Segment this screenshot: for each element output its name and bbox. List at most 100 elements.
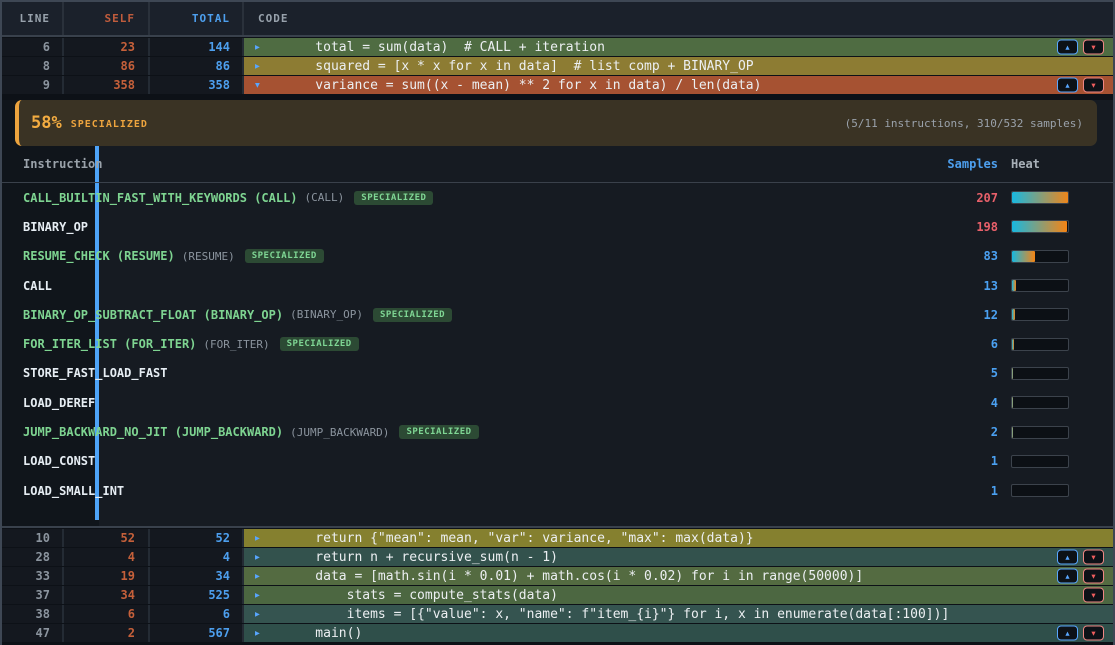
instruction-samples: 198	[928, 220, 998, 234]
instruction-row: LOAD_SMALL_INT 1	[2, 476, 1113, 505]
instruction-name-group: LOAD_DEREF	[23, 396, 928, 410]
total-samples-value: 4	[150, 548, 244, 566]
expander-icon[interactable]: ▶	[255, 629, 260, 638]
expanded-instruction-panel: 58% SPECIALIZED (5/11 instructions, 310/…	[2, 100, 1113, 526]
code-cell[interactable]: ▶ total = sum(data) # CALL + iteration ▲…	[244, 38, 1113, 56]
code-cell[interactable]: ▼ variance = sum((x - mean) ** 2 for x i…	[244, 76, 1113, 94]
move-down-button[interactable]: ▼	[1083, 588, 1104, 603]
move-down-button[interactable]: ▼	[1083, 550, 1104, 565]
move-up-button[interactable]: ▲	[1057, 569, 1078, 584]
heat-bar-fill	[1012, 427, 1013, 438]
instruction-row: JUMP_BACKWARD_NO_JIT (JUMP_BACKWARD) (JU…	[2, 417, 1113, 446]
specialized-badge: SPECIALIZED	[354, 191, 433, 205]
instruction-name: CALL_BUILTIN_FAST_WITH_KEYWORDS (CALL)	[23, 191, 298, 205]
move-up-button[interactable]: ▲	[1057, 40, 1078, 55]
self-samples-value: 86	[64, 57, 150, 75]
code-cell[interactable]: ▶ main() ▲ ▼	[244, 624, 1113, 642]
code-cell[interactable]: ▶ data = [math.sin(i * 0.01) + math.cos(…	[244, 567, 1113, 585]
total-samples-value: 52	[150, 529, 244, 547]
instruction-base-opcode: (FOR_ITER)	[203, 338, 269, 351]
move-up-button[interactable]: ▲	[1057, 550, 1078, 565]
code-cell[interactable]: ▶ return {"mean": mean, "var": variance,…	[244, 529, 1113, 547]
heat-bar-fill	[1012, 221, 1067, 232]
instruction-name: JUMP_BACKWARD_NO_JIT (JUMP_BACKWARD)	[23, 425, 283, 439]
self-samples-value: 6	[64, 605, 150, 623]
specialization-banner: 58% SPECIALIZED (5/11 instructions, 310/…	[15, 100, 1097, 146]
instruction-name: LOAD_CONST	[23, 454, 95, 468]
heat-bar-track	[1011, 367, 1069, 380]
expander-icon[interactable]: ▶	[255, 534, 260, 543]
instruction-name: CALL	[23, 279, 52, 293]
code-text: return n + recursive_sum(n - 1)	[244, 548, 1113, 566]
code-cell[interactable]: ▶ squared = [x * x for x in data] # list…	[244, 57, 1113, 75]
table-header: LINE SELF TOTAL CODE	[2, 2, 1113, 37]
move-down-button[interactable]: ▼	[1083, 569, 1104, 584]
instruction-table: Instruction Samples Heat CALL_BUILTIN_FA…	[2, 146, 1113, 505]
line-number: 10	[2, 529, 64, 547]
samples-column-header[interactable]: Samples	[928, 157, 998, 171]
instruction-heat	[998, 484, 1097, 497]
move-down-button[interactable]: ▼	[1083, 78, 1104, 93]
instruction-name: LOAD_DEREF	[23, 396, 95, 410]
move-up-button[interactable]: ▲	[1057, 626, 1078, 641]
expander-icon[interactable]: ▶	[255, 62, 260, 71]
specialized-badge: SPECIALIZED	[245, 249, 324, 263]
move-down-button[interactable]: ▼	[1083, 626, 1104, 641]
line-number: 33	[2, 567, 64, 585]
expander-icon[interactable]: ▶	[255, 610, 260, 619]
instruction-name-group: BINARY_OP_SUBTRACT_FLOAT (BINARY_OP) (BI…	[23, 308, 928, 322]
line-number: 28	[2, 548, 64, 566]
move-down-button[interactable]: ▼	[1083, 40, 1104, 55]
code-text: items = [{"value": x, "name": f"item_{i}…	[244, 605, 1113, 623]
self-samples-value: 358	[64, 76, 150, 94]
total-samples-value: 358	[150, 76, 244, 94]
move-up-button[interactable]: ▲	[1057, 78, 1078, 93]
heat-bar-fill	[1012, 251, 1035, 262]
code-text: data = [math.sin(i * 0.01) + math.cos(i …	[244, 567, 1113, 585]
specialized-detail: (5/11 instructions, 310/532 samples)	[845, 117, 1083, 130]
instruction-row: LOAD_CONST 1	[2, 447, 1113, 476]
instruction-name: LOAD_SMALL_INT	[23, 484, 124, 498]
line-number: 37	[2, 586, 64, 604]
heat-bar-track	[1011, 426, 1069, 439]
column-header-self: SELF	[64, 2, 150, 35]
self-samples-value: 4	[64, 548, 150, 566]
instruction-samples: 1	[928, 484, 998, 498]
row-buttons: ▲ ▼	[1057, 40, 1104, 55]
instruction-name-group: FOR_ITER_LIST (FOR_ITER) (FOR_ITER) SPEC…	[23, 337, 928, 351]
instruction-heat	[998, 338, 1097, 351]
line-number: 9	[2, 76, 64, 94]
self-samples-value: 34	[64, 586, 150, 604]
instruction-samples: 5	[928, 366, 998, 380]
self-samples-value: 52	[64, 529, 150, 547]
column-header-code: CODE	[244, 2, 1113, 35]
instruction-heat	[998, 191, 1097, 204]
instruction-heat	[998, 250, 1097, 263]
heat-bar-track	[1011, 308, 1069, 321]
expander-icon[interactable]: ▶	[255, 43, 260, 52]
total-samples-value: 567	[150, 624, 244, 642]
instruction-name: BINARY_OP	[23, 220, 88, 234]
instruction-samples: 6	[928, 337, 998, 351]
instruction-heat	[998, 367, 1097, 380]
expander-icon[interactable]: ▶	[255, 591, 260, 600]
code-cell[interactable]: ▶ stats = compute_stats(data) ▲ ▼	[244, 586, 1113, 604]
code-cell[interactable]: ▶ items = [{"value": x, "name": f"item_{…	[244, 605, 1113, 623]
instruction-name-group: RESUME_CHECK (RESUME) (RESUME) SPECIALIZ…	[23, 249, 928, 263]
instruction-name-group: JUMP_BACKWARD_NO_JIT (JUMP_BACKWARD) (JU…	[23, 425, 928, 439]
code-text: stats = compute_stats(data)	[244, 586, 1113, 604]
instruction-base-opcode: (BINARY_OP)	[290, 308, 363, 321]
instruction-row: BINARY_OP_SUBTRACT_FLOAT (BINARY_OP) (BI…	[2, 300, 1113, 329]
heat-bar-track	[1011, 455, 1069, 468]
heat-bar-fill	[1012, 309, 1015, 320]
code-rows-bottom: 10 52 52 ▶ return {"mean": mean, "var": …	[2, 526, 1113, 642]
expander-icon[interactable]: ▼	[255, 81, 260, 90]
instruction-heat	[998, 279, 1097, 292]
code-text: squared = [x * x for x in data] # list c…	[244, 57, 1113, 75]
code-cell[interactable]: ▶ return n + recursive_sum(n - 1) ▲ ▼	[244, 548, 1113, 566]
code-text: return {"mean": mean, "var": variance, "…	[244, 529, 1113, 547]
self-samples-value: 19	[64, 567, 150, 585]
expander-icon[interactable]: ▶	[255, 553, 260, 562]
instruction-heat	[998, 220, 1097, 233]
expander-icon[interactable]: ▶	[255, 572, 260, 581]
